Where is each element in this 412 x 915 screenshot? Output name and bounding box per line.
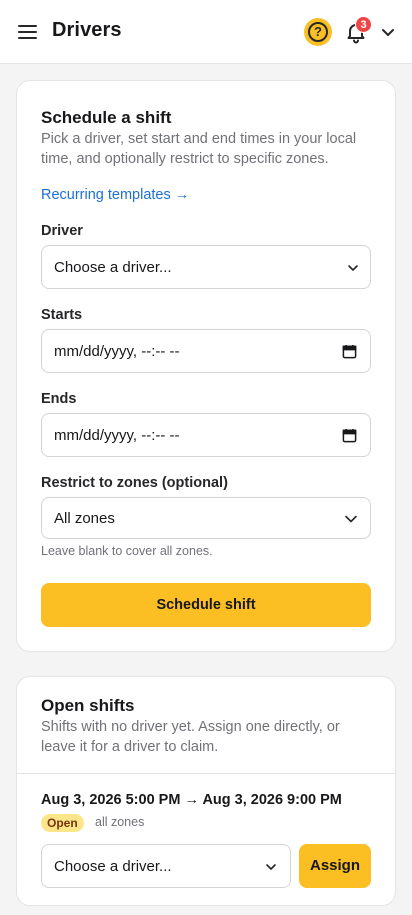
list-item: Aug 3, 2026 5:00 PM → Aug 3, 2026 9:00 P…	[17, 774, 395, 904]
starts-input-value: mm/dd/yyyy, --:-- --	[54, 343, 180, 360]
chevron-down-icon[interactable]	[380, 24, 396, 40]
calendar-icon[interactable]	[342, 344, 357, 359]
ends-label: Ends	[41, 391, 77, 407]
open-shifts-card: Open shifts Shifts with no driver yet. A…	[16, 676, 396, 906]
notification-count-badge: 3	[355, 16, 372, 33]
driver-select[interactable]: Choose a driver...	[41, 245, 371, 289]
zones-hint: Leave blank to cover all zones.	[41, 544, 213, 558]
chevron-down-icon	[345, 515, 357, 523]
schedule-shift-button[interactable]: Schedule shift	[41, 583, 371, 627]
recurring-templates-link[interactable]: Recurring templates →	[41, 187, 189, 203]
shift-time-range: Aug 3, 2026 5:00 PM → Aug 3, 2026 9:00 P…	[41, 792, 342, 808]
chevron-down-icon	[348, 265, 358, 271]
ends-datetime-input[interactable]: mm/dd/yyyy, --:-- --	[41, 413, 371, 457]
help-icon[interactable]: ?	[304, 18, 332, 46]
open-shifts-title: Open shifts	[41, 696, 135, 715]
zones-select-value: All zones	[54, 510, 115, 527]
page-title: Drivers	[52, 19, 122, 41]
hamburger-menu-icon[interactable]	[18, 22, 38, 42]
calendar-icon[interactable]	[342, 428, 357, 443]
open-shifts-description: Shifts with no driver yet. Assign one di…	[41, 719, 340, 755]
starts-datetime-input[interactable]: mm/dd/yyyy, --:-- --	[41, 329, 371, 373]
ends-input-value: mm/dd/yyyy, --:-- --	[54, 427, 180, 444]
schedule-card-description: Pick a driver, set start and end times i…	[41, 131, 357, 167]
zones-select[interactable]: All zones	[41, 497, 371, 539]
driver-select-value: Choose a driver...	[54, 259, 172, 276]
shift-zones: all zones	[95, 815, 145, 829]
driver-label: Driver	[41, 223, 83, 239]
assign-button[interactable]: Assign	[299, 844, 371, 888]
chevron-down-icon	[266, 864, 276, 870]
top-bar: Drivers ? 3	[0, 0, 412, 64]
status-badge: Open	[41, 814, 84, 832]
assign-driver-select-value: Choose a driver...	[54, 858, 172, 875]
schedule-shift-card: Schedule a shift Pick a driver, set star…	[16, 80, 396, 652]
assign-driver-select[interactable]: Choose a driver...	[41, 844, 291, 888]
help-glyph: ?	[308, 22, 328, 42]
starts-label: Starts	[41, 307, 83, 323]
schedule-card-title: Schedule a shift	[41, 108, 172, 127]
zones-label: Restrict to zones (optional)	[41, 475, 228, 491]
